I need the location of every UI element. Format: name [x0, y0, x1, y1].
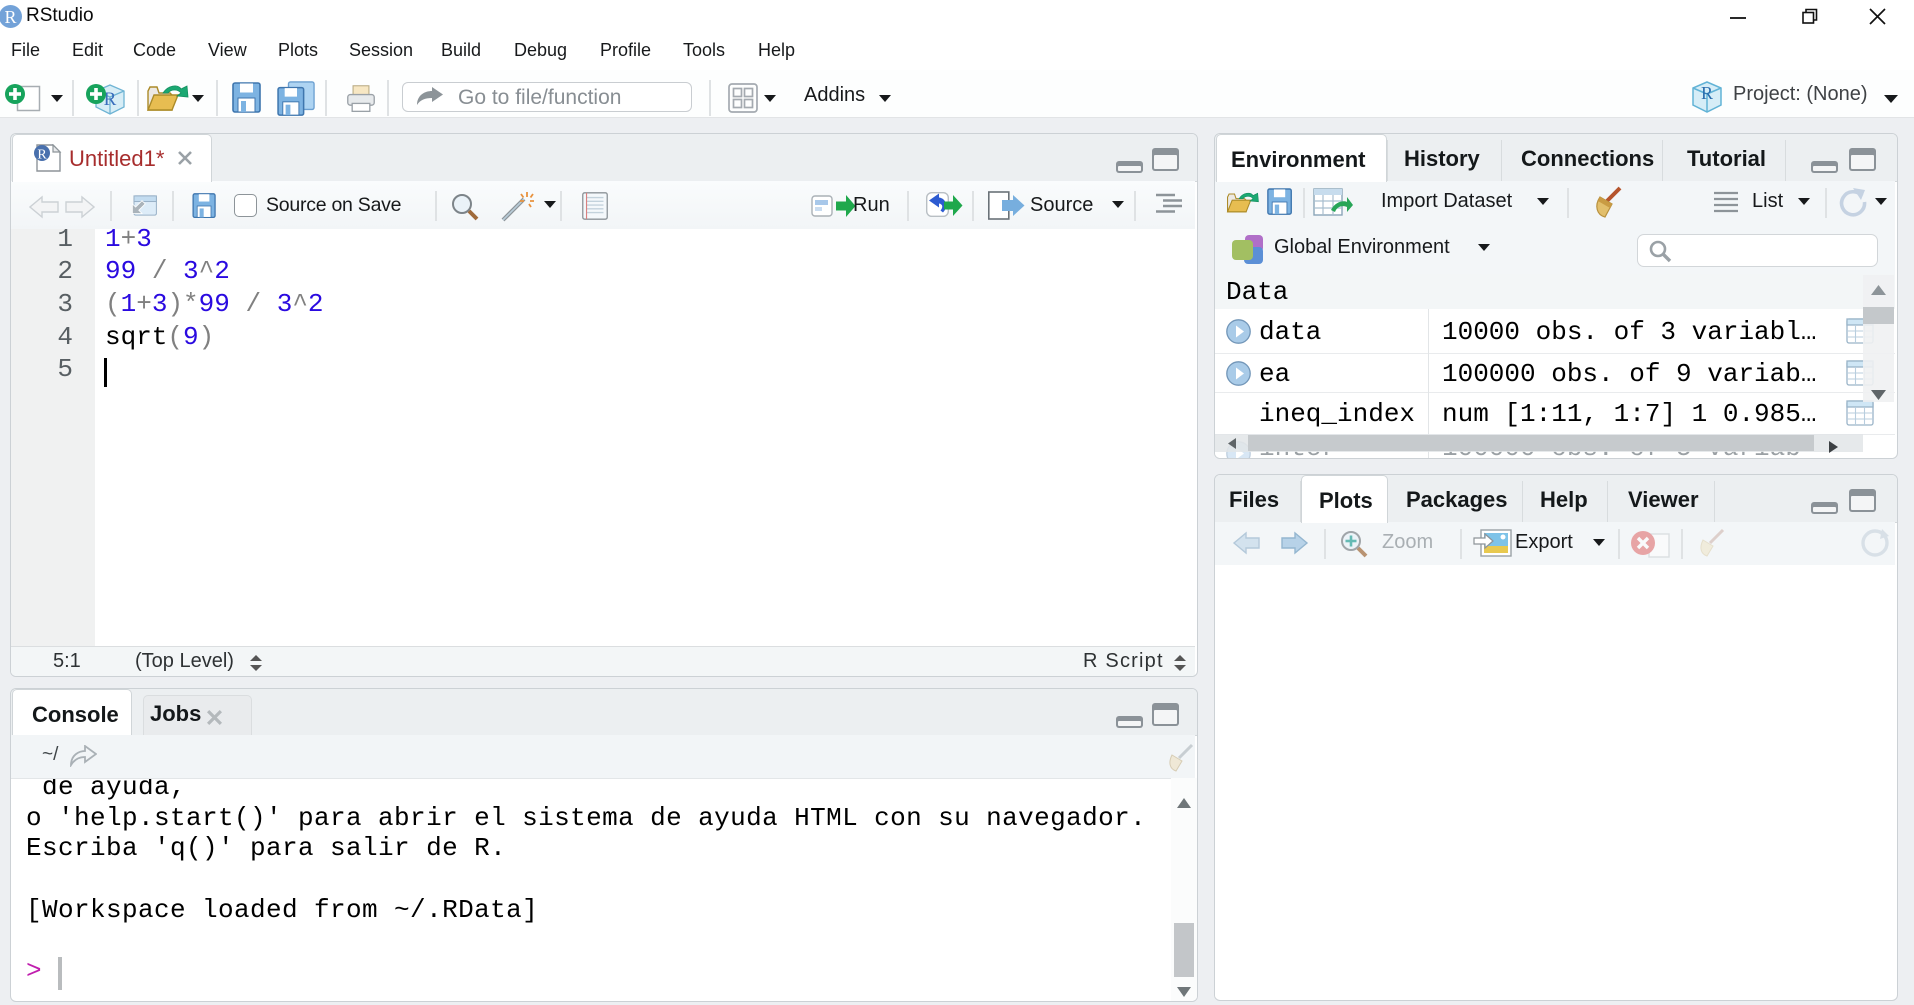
svg-text:R: R	[37, 148, 47, 163]
svg-text:R: R	[1701, 83, 1713, 103]
